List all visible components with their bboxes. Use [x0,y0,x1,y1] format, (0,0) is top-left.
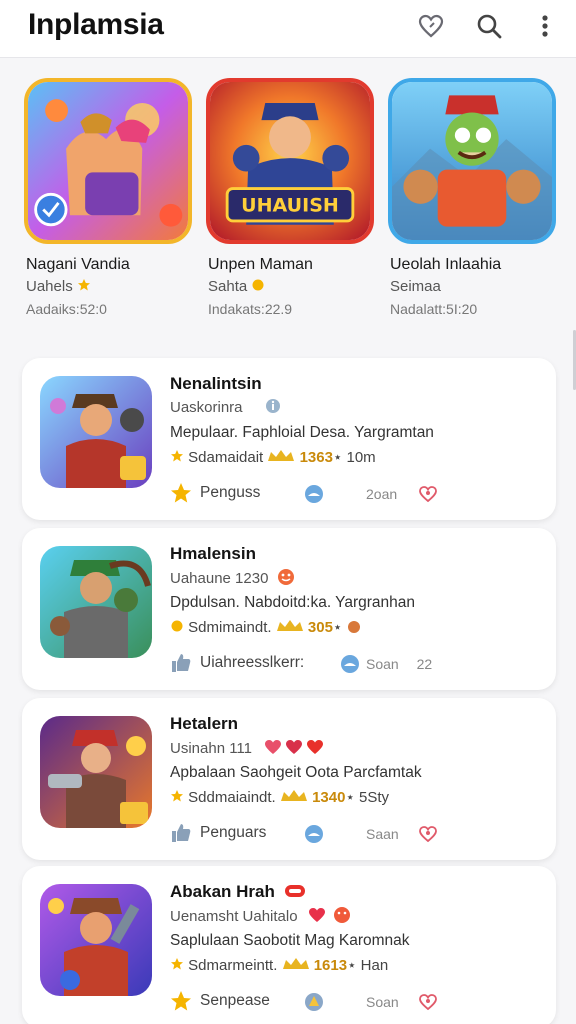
app-developer: Uahaune 1230 [170,568,295,590]
app-size: Soan 22 [366,656,433,672]
app-thumbnail[interactable] [40,716,152,828]
app-thumbnail[interactable] [40,376,152,488]
app-description: Dpdulsan. Nabdoitd:ka. Yargranhan [170,594,416,611]
thumbs-up-icon [170,822,192,849]
coin-icon [170,619,184,637]
star-icon [170,482,192,509]
featured-title: Unpen Maman [208,256,313,273]
app-thumbnail[interactable] [40,884,152,996]
featured-card-2[interactable]: UHAUISH Unpen Maman Sahta Indakats:22.9 [206,78,376,328]
crown-icon [280,789,308,807]
featured-title: Ueolah Inlaahia [390,256,502,273]
crown-icon [267,449,295,467]
app-rating: Sdamaidait 1363⋆ 10m [170,448,376,467]
download-badge-icon[interactable] [304,484,324,509]
search-icon[interactable] [472,9,506,43]
list-item[interactable]: Hetalern Usinahn 111 Apbalaan Saohgeit O… [22,698,556,860]
action-label: Senpease [200,992,270,1009]
badge-icon [284,883,306,903]
list-item[interactable]: Hmalensin Uahaune 1230 Dpdulsan. Nabdoit… [22,528,556,690]
action-row[interactable]: Senpease [170,990,440,1014]
action-label: Penguss [200,484,261,501]
app-description: Saplulaan Saobotit Mag Karomnak [170,932,410,949]
star-icon [77,278,91,296]
crown-icon [276,619,304,637]
download-badge-icon[interactable] [304,992,324,1017]
featured-subtitle: Seimaa [390,278,441,295]
featured-banner-text: UHAUISH [241,194,339,216]
action-row[interactable]: Penguars [170,822,440,846]
coin-icon [251,278,265,296]
heart-icon[interactable] [418,824,438,844]
featured-artwork[interactable]: UHAUISH [206,78,374,244]
app-developer: Uenamsht Uahitalo [170,906,352,928]
app-description: Mepulaar. Faphloial Desa. Yargramtan [170,424,434,441]
top-app-bar: Inplamsia [0,0,576,58]
app-rating: Sdmimaindt. 305⋆ [170,618,362,638]
heart-icon[interactable] [418,484,438,504]
download-badge-icon[interactable] [340,654,360,679]
app-rating: Sdmarmeintt. 1613⋆ Han [170,956,388,975]
info-icon [265,398,281,418]
app-size: Soan [366,994,399,1010]
download-badge-icon[interactable] [304,824,324,849]
app-description: Apbalaan Saohgeit Oota Parcfamtak [170,764,422,781]
more-vertical-icon[interactable] [528,9,562,43]
featured-card-3[interactable]: Ueolah Inlaahia Seimaa Nadalatt:5I:20 [388,78,558,328]
list-item[interactable]: Abakan Hrah Uenamsht Uahitalo Saplulaan … [22,866,556,1024]
app-developer: Usinahn 111 [170,738,326,760]
featured-title: Nagani Vandia [26,256,130,273]
featured-subtitle: Uahels [26,278,196,296]
app-title: Hetalern [170,714,239,733]
list-item[interactable]: Nenalintsin Uaskorinra Mepulaar. Faphloi… [22,358,556,520]
app-rating: Sddmaiaindt. 1340⋆ 5Sty [170,788,389,807]
featured-meta: Aadaiks:52:0 [26,301,107,317]
featured-subtitle: Sahta [208,278,378,296]
app-title: Abakan Hrah [170,882,306,903]
featured-card-1[interactable]: Nagani Vandia Uahels Aadaiks:52:0 [24,78,194,328]
emoji-icon [277,568,295,590]
app-title: Hmalensin [170,544,256,563]
app-size: 2oan [366,486,398,502]
emoji-icon [308,906,352,928]
star-icon [170,449,184,467]
app-title: Nenalintsin [170,374,262,393]
heart-gem-icon [264,738,326,760]
star-icon [170,957,184,975]
fire-icon [346,618,362,638]
app-thumbnail[interactable] [40,546,152,658]
app-title: Inplamsia [28,8,164,41]
featured-meta: Nadalatt:5I:20 [390,301,478,317]
heart-icon[interactable] [418,992,438,1012]
action-label: Penguars [200,824,267,841]
app-developer: Uaskorinra [170,398,281,418]
crown-icon [282,957,310,975]
star-icon [170,990,192,1017]
featured-meta: Indakats:22.9 [208,301,293,317]
action-row[interactable]: Penguss [170,482,440,506]
featured-artwork[interactable] [24,78,192,244]
featured-artwork[interactable] [388,78,556,244]
action-label: Uiahreesslkerr: [200,654,305,671]
heart-icon[interactable] [414,9,448,43]
app-size: Saan [366,826,399,842]
star-icon [170,789,184,807]
thumbs-up-icon [170,652,192,679]
